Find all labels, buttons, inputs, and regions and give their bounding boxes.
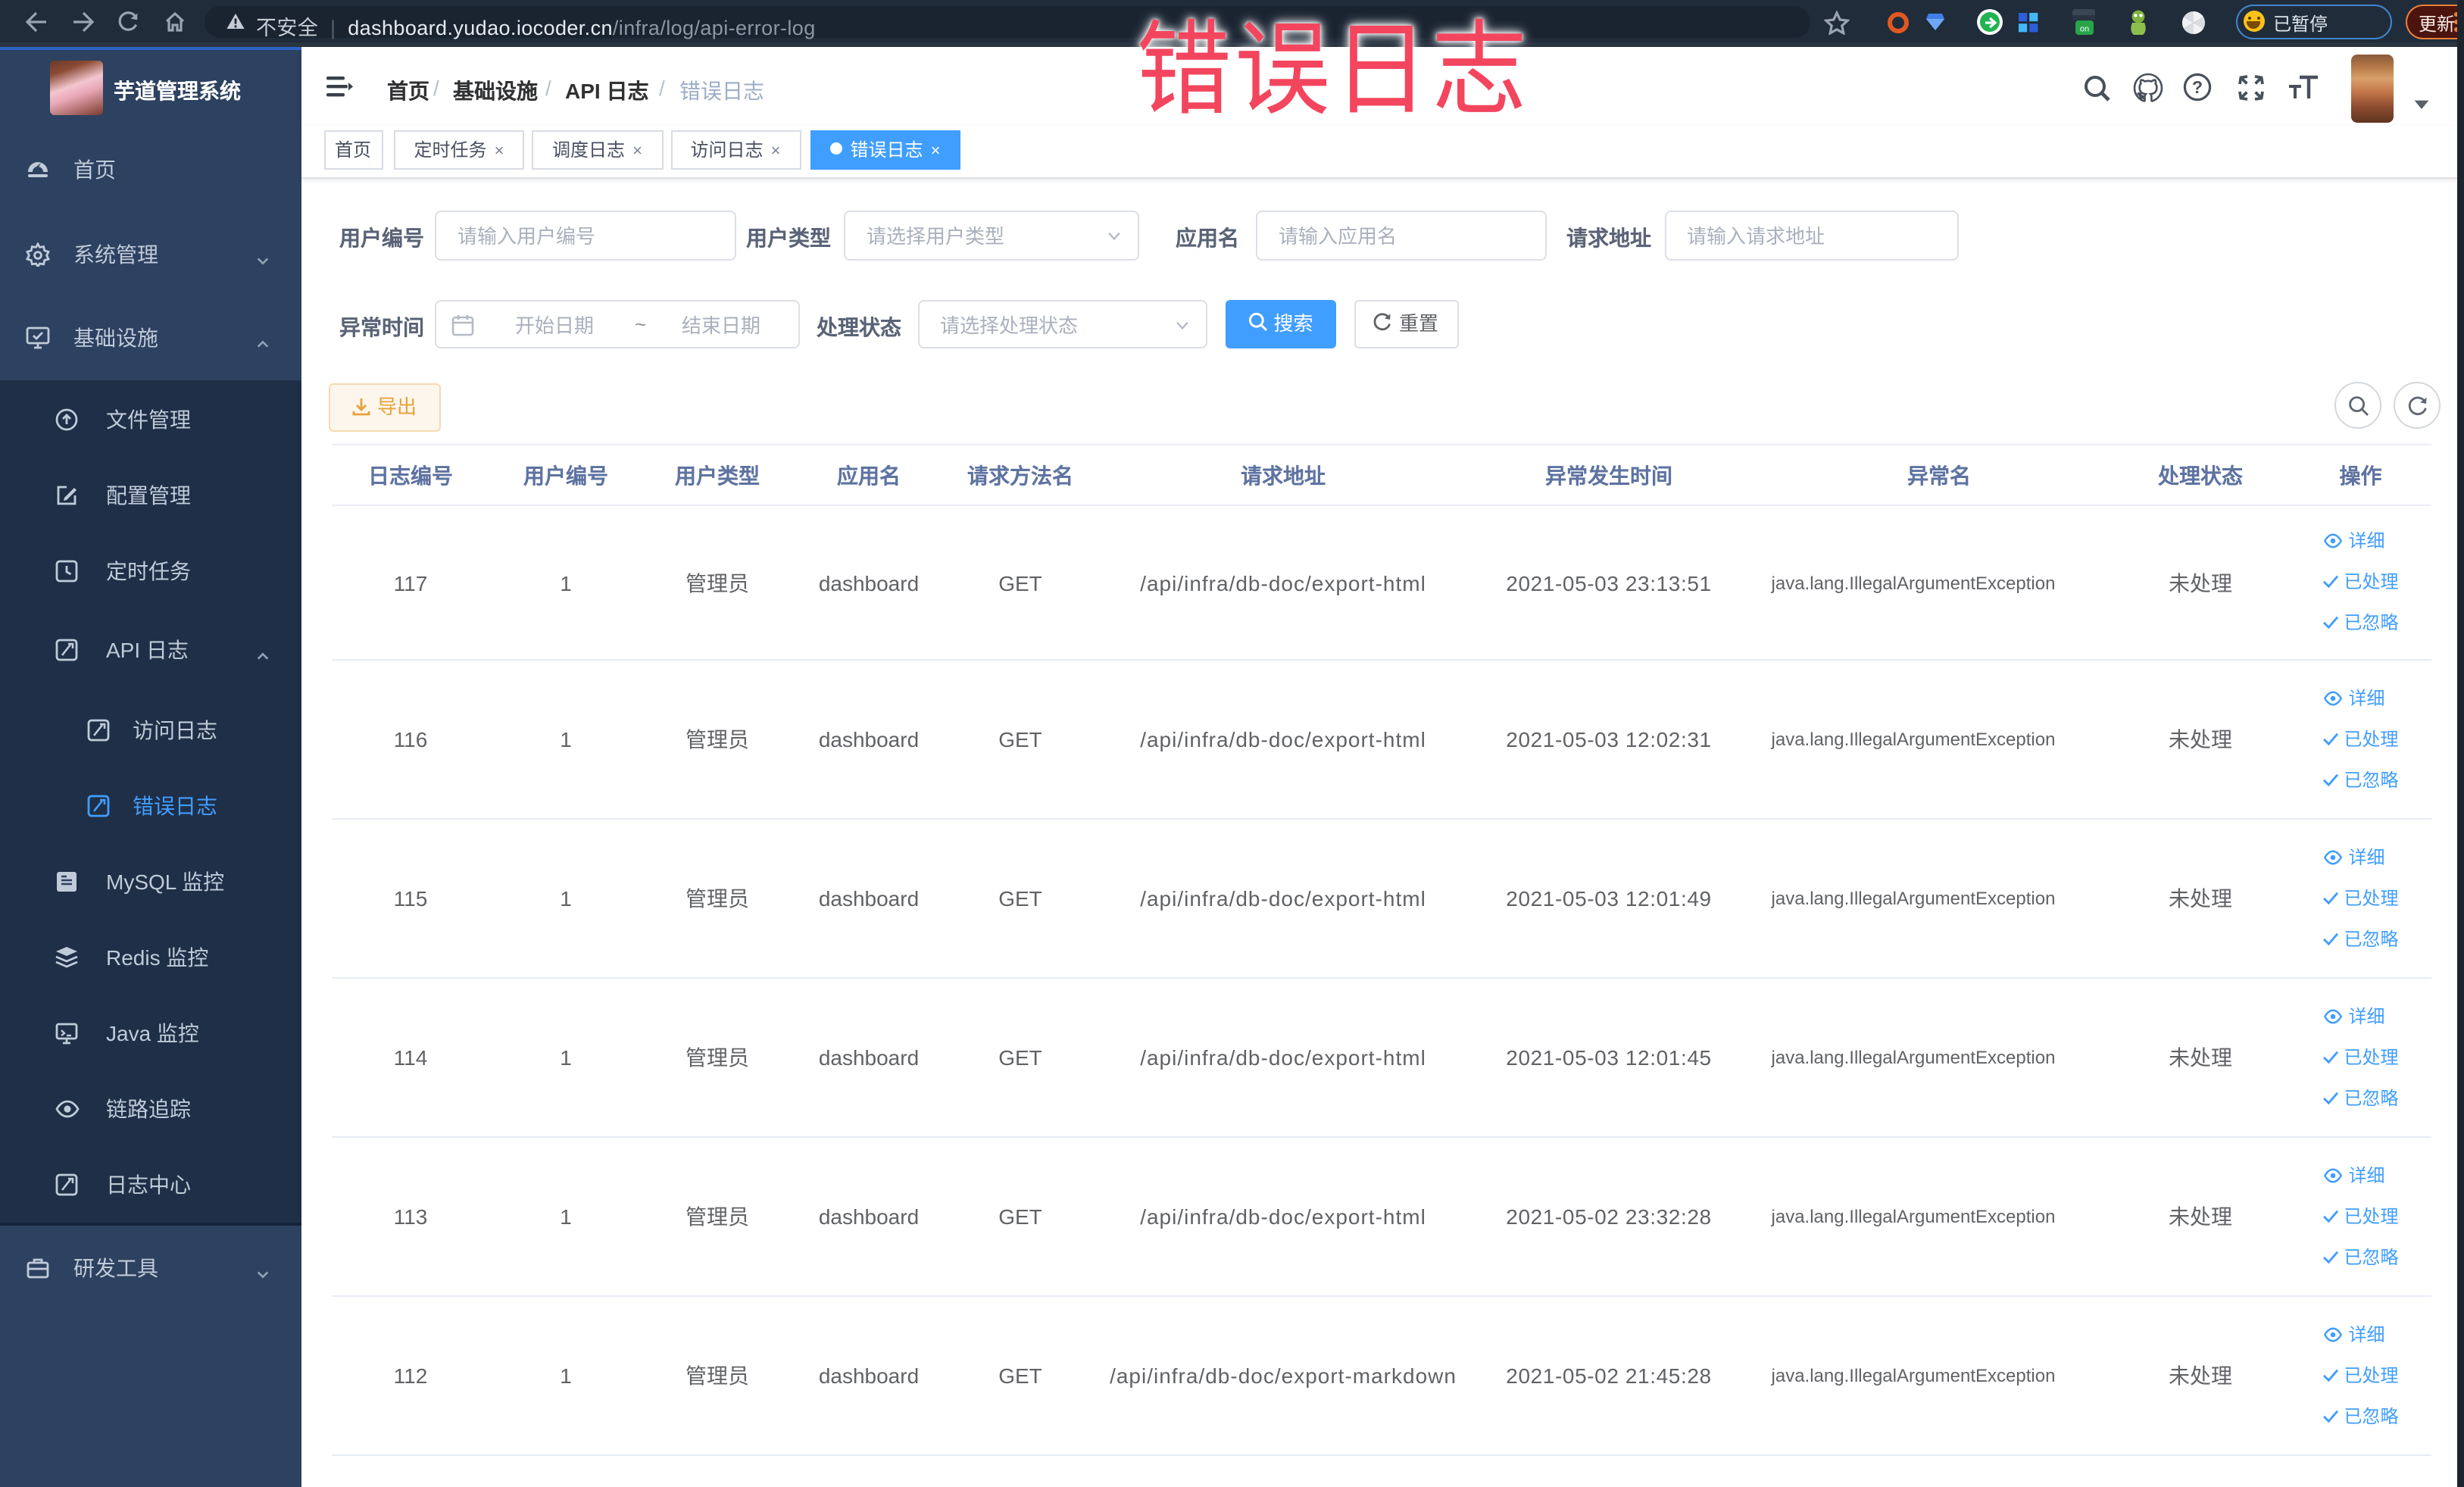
svg-text:on: on: [2080, 25, 2089, 34]
svg-text:?: ?: [2192, 77, 2203, 97]
